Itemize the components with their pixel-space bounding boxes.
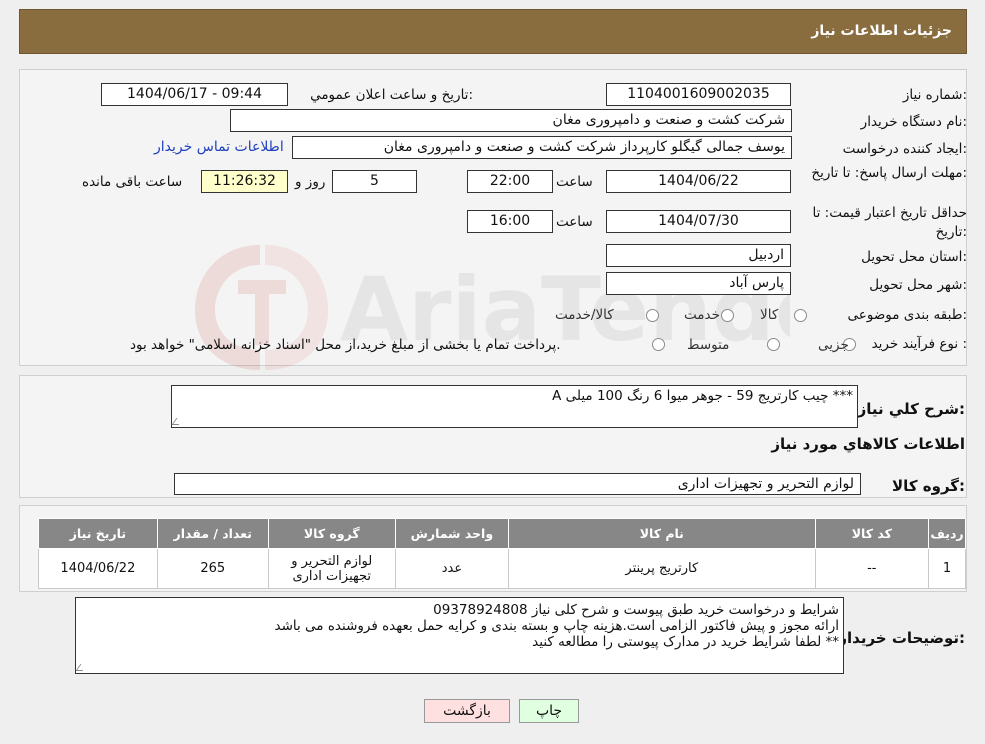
resize-grip-icon[interactable]: [75, 664, 88, 671]
city-field: پارس آباد: [606, 272, 791, 295]
buyer-notes-line: ارائه مجوز و پیش فاکتور الزامی است.هزینه…: [274, 618, 840, 634]
print-button[interactable]: چاپ: [519, 699, 579, 723]
announce-label: تاریخ و ساعت اعلان عمومي:: [310, 87, 473, 103]
days-label: روز و: [295, 174, 326, 190]
deadline-time-label: ساعت: [556, 174, 593, 190]
buyer-notes-field[interactable]: شرایط و درخواست خرید طبق پیوست و شرح کلی…: [75, 597, 844, 674]
creator-field: یوسف جمالی گیگلو کارپرداز شرکت کشت و صنع…: [292, 136, 792, 159]
city-label: شهر محل تحویل:: [869, 277, 967, 293]
remaining-time-field: 11:26:32: [201, 170, 288, 193]
deadline-date-field: 1404/06/22: [606, 170, 791, 193]
deadline-label: مهلت ارسال پاسخ: تا تاریخ:: [811, 165, 967, 181]
category-service-label: خدمت: [684, 307, 720, 323]
items-table: تاریخ نیاز تعداد / مقدار گروه کالا واحد …: [38, 518, 966, 589]
buyer-notes-line: لطفا شرایط خرید در مدارک پیوستی را مطالع…: [532, 634, 839, 650]
col-unit: واحد شمارش: [394, 518, 510, 549]
category-goods-radio[interactable]: [794, 309, 807, 322]
col-goods-code: کد کالا: [814, 518, 930, 549]
process-medium-radio[interactable]: [767, 338, 780, 351]
days-remaining-field: 5: [332, 170, 417, 193]
category-label: طبقه بندی موضوعی:: [847, 307, 967, 323]
col-row: ردیف: [928, 518, 966, 549]
process-label: نوع فرآیند خرید :: [871, 336, 967, 352]
buyer-contact-link[interactable]: اطلاعات تماس خریدار: [154, 139, 284, 155]
cell-goods-code: --: [814, 548, 930, 589]
announce-datetime-field: 1404/06/17 - 09:44: [101, 83, 288, 106]
remaining-time-label: ساعت باقی مانده: [82, 174, 183, 190]
need-description-text: A چیب کارتریج 59 - جوهر میوا 6 رنگ 100 م…: [552, 388, 853, 404]
min-validity-time-field: 16:00: [467, 210, 553, 233]
cell-goods-group: لوازم التحریر و تجهیزات اداری: [267, 548, 396, 589]
items-table-header: تاریخ نیاز تعداد / مقدار گروه کالا واحد …: [38, 518, 966, 549]
page-header: جزئیات اطلاعات نیاز: [19, 9, 967, 54]
cell-quantity: 265: [156, 548, 269, 589]
back-button[interactable]: بازگشت: [424, 699, 510, 723]
cell-goods-name: کارتریج پرینتر: [508, 548, 816, 589]
buyer-notes-line: شرایط و درخواست خرید طبق پیوست و شرح کلی…: [433, 602, 839, 618]
process-minor-label: جزیی: [818, 337, 849, 353]
goods-group-label: گروه کالا:: [892, 477, 965, 495]
cell-row: 1: [928, 548, 966, 589]
category-goods-service-radio[interactable]: [646, 309, 659, 322]
category-goods-service-label: کالا/خدمت: [555, 307, 614, 323]
category-service-radio[interactable]: [721, 309, 734, 322]
col-goods-group: گروه کالا: [267, 518, 396, 549]
category-goods-label: کالا: [760, 307, 779, 323]
buyer-org-field: شرکت کشت و صنعت و دامپروری مغان: [230, 109, 792, 132]
col-need-date: تاریخ نیاز: [38, 518, 158, 549]
cell-unit: عدد: [394, 548, 510, 589]
need-number-field: 1104001609002035: [606, 83, 791, 106]
need-description-field[interactable]: A چیب کارتریج 59 - جوهر میوا 6 رنگ 100 م…: [171, 385, 858, 428]
col-goods-name: نام کالا: [508, 518, 816, 549]
col-quantity: تعداد / مقدار: [156, 518, 269, 549]
resize-grip-icon[interactable]: [171, 418, 184, 425]
province-field: اردبیل: [606, 244, 791, 267]
process-treasury-radio[interactable]: [652, 338, 665, 351]
table-row: 1404/06/22 265 لوازم التحریر و تجهیزات ا…: [38, 548, 966, 589]
min-validity-time-label: ساعت: [556, 214, 593, 230]
process-medium-label: متوسط: [687, 337, 730, 353]
min-validity-date-field: 1404/07/30: [606, 210, 791, 233]
creator-label: ایجاد کننده درخواست:: [842, 141, 967, 157]
buyer-org-label: نام دستگاه خریدار:: [860, 114, 967, 130]
goods-info-title: اطلاعات کالاهاي مورد نیاز: [771, 435, 965, 453]
province-label: استان محل تحویل:: [861, 249, 967, 265]
process-treasury-note: پرداخت تمام یا بخشی از مبلغ خرید،از محل …: [130, 337, 561, 353]
min-validity-label: حداقل تاریخ اعتبار قیمت: تا تاریخ:: [812, 205, 967, 240]
need-number-label: شماره نیاز:: [902, 87, 967, 103]
page-title: جزئیات اطلاعات نیاز: [811, 23, 952, 39]
buyer-notes-label: توضیحات خریدار:: [838, 629, 965, 647]
need-description-label: شرح کلي نیاز:: [857, 400, 965, 418]
goods-group-field: لوازم التحریر و تجهیزات اداری: [174, 473, 861, 495]
cell-need-date: 1404/06/22: [38, 548, 158, 589]
deadline-time-field: 22:00: [467, 170, 553, 193]
